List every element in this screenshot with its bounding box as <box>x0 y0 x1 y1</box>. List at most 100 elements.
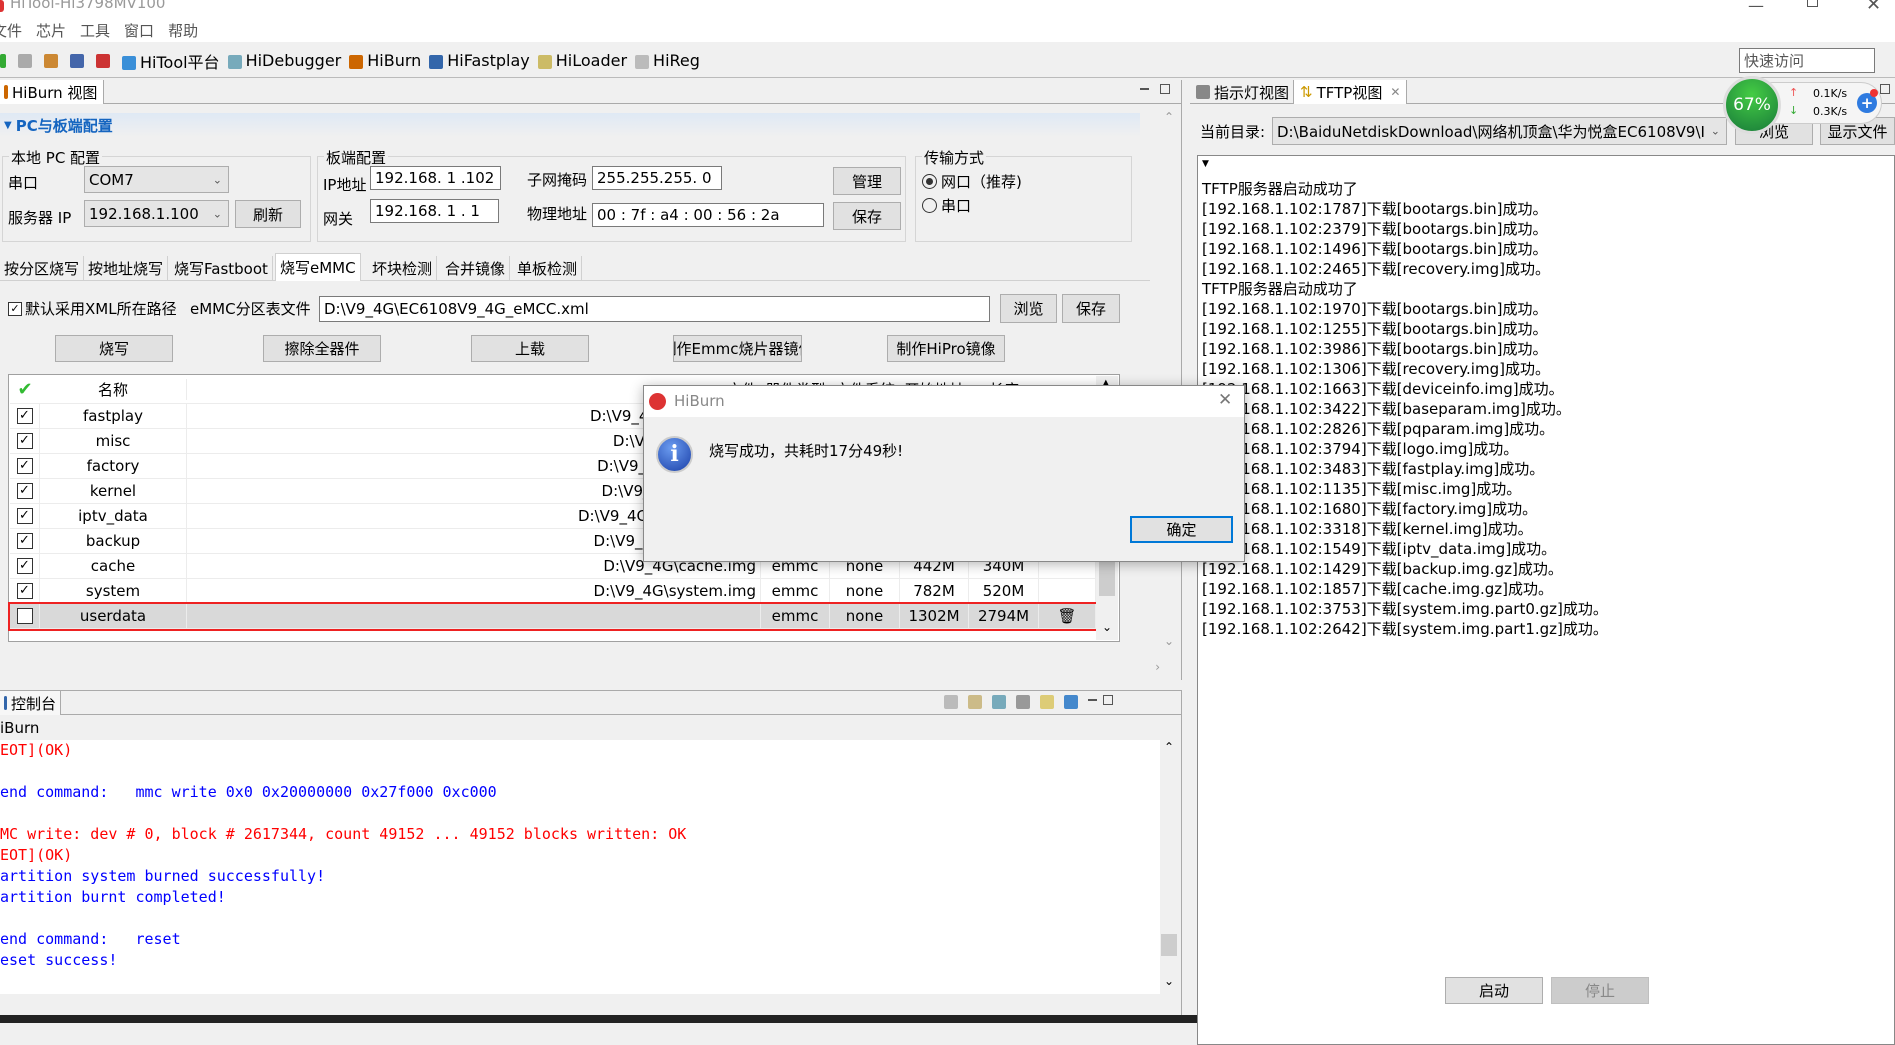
tool-icon[interactable] <box>18 53 32 68</box>
row-checkbox[interactable]: ✓ <box>10 504 40 528</box>
start-button[interactable]: 启动 <box>1445 977 1543 1004</box>
table-row[interactable]: ✓ system D:\V9_4G\system.img emmc none 7… <box>10 579 1096 604</box>
row-checkbox[interactable] <box>10 604 40 628</box>
toolbar-hireg[interactable]: HiReg <box>635 51 700 70</box>
burn-button[interactable]: 烧写 <box>55 335 173 362</box>
tab-fastboot-burn[interactable]: 烧写Fastboot <box>170 256 273 280</box>
header-name[interactable]: 名称 <box>40 379 187 400</box>
make-hipro-image-button[interactable]: 制作HiPro镜像 <box>887 335 1005 362</box>
minimize-console-icon[interactable] <box>1088 699 1097 701</box>
minimize-button[interactable]: — <box>1748 0 1764 15</box>
manage-button[interactable]: 管理 <box>833 167 901 195</box>
tab-address-burn[interactable]: 按地址烧写 <box>84 256 169 280</box>
toolbar-hiloader[interactable]: HiLoader <box>537 51 627 70</box>
tool-icon[interactable] <box>0 53 6 68</box>
pin-console-icon[interactable] <box>992 695 1006 709</box>
select-all-check-icon[interactable]: ✔ <box>10 379 40 400</box>
tool-icon[interactable] <box>96 53 110 68</box>
scroll-thumb[interactable] <box>1161 934 1177 956</box>
menu-bar: 文件 芯片 工具 窗口 帮助 <box>0 20 1895 42</box>
console-line: eset success! <box>0 951 118 969</box>
upload-button[interactable]: 上载 <box>471 335 589 362</box>
console-scrollbar[interactable]: ⌃ ⌄ <box>1160 740 1178 994</box>
delete-row-icon[interactable]: 🗑 <box>1039 604 1096 628</box>
server-ip-select[interactable]: 192.168.1.100 ⌄ <box>84 200 229 227</box>
minimize-view-icon[interactable] <box>1140 88 1149 90</box>
tab-hiburn-view[interactable]: HiBurn 视图 <box>0 80 105 104</box>
toolbar-hidebugger[interactable]: HiDebugger <box>227 51 341 70</box>
ok-button[interactable]: 确定 <box>1130 516 1233 543</box>
menu-tools[interactable]: 工具 <box>80 20 110 42</box>
make-emmc-image-button[interactable]: 制作Emmc烧片器镜像 <box>673 335 802 362</box>
save-board-button[interactable]: 保存 <box>833 202 901 230</box>
emmc-xml-path-input[interactable]: D:\V9_4G\EC6108V9_4G_eMCC.xml <box>319 296 990 322</box>
gateway-input[interactable]: 192.168. 1 . 1 <box>370 199 499 223</box>
menu-help[interactable]: 帮助 <box>168 20 198 42</box>
menu-file[interactable]: 文件 <box>0 20 22 42</box>
view-horizontal-scrollbar[interactable]: › <box>0 660 1160 678</box>
collapse-log-icon[interactable]: ▼ <box>1202 159 1894 179</box>
open-console-icon[interactable] <box>1040 695 1054 709</box>
row-checkbox[interactable]: ✓ <box>10 429 40 453</box>
board-ip-input[interactable]: 192.168. 1 .102 <box>370 166 501 190</box>
scroll-lock-icon[interactable] <box>968 695 982 709</box>
tab-partition-burn[interactable]: 按分区烧写 <box>0 256 85 280</box>
row-checkbox[interactable]: ✓ <box>10 579 40 603</box>
toolbar-hitool[interactable]: HiTool平台 <box>122 49 220 73</box>
toolbar-hiburn[interactable]: HiBurn <box>349 51 421 70</box>
row-checkbox[interactable]: ✓ <box>10 479 40 503</box>
quick-access-input[interactable]: 快速访问 <box>1739 48 1875 73</box>
tab-indicator-view[interactable]: 指示灯视图 <box>1192 80 1295 104</box>
mac-address-input[interactable]: 00 : 7f : a4 : 00 : 56 : 2a <box>592 203 824 227</box>
section-header[interactable]: ▼ PC与板端配置 <box>0 113 1140 137</box>
menu-chip[interactable]: 芯片 <box>36 20 66 42</box>
stop-button[interactable]: 停止 <box>1551 977 1649 1004</box>
radio-label: 网口（推荐) <box>941 173 1022 191</box>
radio-serial[interactable]: 串口 <box>922 195 971 216</box>
tab-badblock-check[interactable]: 坏块检测 <box>368 256 438 280</box>
clear-console-icon[interactable] <box>944 695 958 709</box>
erase-all-button[interactable]: 擦除全器件 <box>263 335 381 362</box>
partition-name: fastplay <box>40 404 187 428</box>
partition-file[interactable]: D:\V9_4G\system.img <box>187 579 761 603</box>
row-checkbox[interactable]: ✓ <box>10 554 40 578</box>
subnet-mask-input[interactable]: 255.255.255. 0 <box>592 166 722 190</box>
partition-file[interactable] <box>187 604 761 628</box>
xml-default-checkbox[interactable]: ✓ 默认采用XML所在路径 <box>8 298 177 319</box>
row-checkbox[interactable]: ✓ <box>10 454 40 478</box>
row-checkbox[interactable]: ✓ <box>10 404 40 428</box>
menu-window[interactable]: 窗口 <box>124 20 154 42</box>
dialog-close-icon[interactable]: ✕ <box>1218 390 1232 410</box>
tab-emmc-burn[interactable]: 烧写eMMC <box>275 253 361 281</box>
display-console-icon[interactable] <box>1016 695 1030 709</box>
scroll-down-icon[interactable]: ⌄ <box>1102 620 1112 634</box>
table-row[interactable]: userdata emmc none 1302M 2794M 🗑 <box>8 602 1098 631</box>
serial-port-select[interactable]: COM7 ⌄ <box>84 166 229 193</box>
close-button[interactable]: ✕ <box>1866 0 1881 15</box>
tool-icon[interactable] <box>70 53 84 68</box>
tab-tftp-view[interactable]: ⇅ TFTP视图 ✕ <box>1294 80 1408 104</box>
partition-name: backup <box>40 529 187 553</box>
toolbar-hifastplay[interactable]: HiFastplay <box>429 51 530 70</box>
memory-gauge[interactable]: 67% <box>1723 76 1781 134</box>
tool-icon[interactable] <box>44 53 58 68</box>
export-icon[interactable] <box>1064 695 1078 709</box>
tab-console[interactable]: 控制台 <box>0 691 62 715</box>
tab-merge-image[interactable]: 合并镜像 <box>441 256 511 280</box>
refresh-button[interactable]: 刷新 <box>235 200 301 228</box>
row-action[interactable] <box>1039 579 1096 603</box>
save-xml-button[interactable]: 保存 <box>1062 294 1120 323</box>
view-vertical-scrollbar[interactable]: ⌃ ⌄ <box>1160 110 1178 650</box>
maximize-console-icon[interactable] <box>1103 695 1113 705</box>
dir-select[interactable]: D:\BaiduNetdiskDownload\网络机顶盒\华为悦盒EC6108… <box>1272 117 1727 145</box>
tab-board-check[interactable]: 单板检测 <box>513 256 583 280</box>
close-tab-icon[interactable]: ✕ <box>1390 85 1400 99</box>
console-line: EOT](OK) <box>0 846 73 864</box>
row-checkbox[interactable]: ✓ <box>10 529 40 553</box>
maximize-button[interactable] <box>1807 0 1818 7</box>
console-output[interactable]: EOT](OK) end command: mmc write 0x0 0x200… <box>0 740 1160 994</box>
maximize-view-icon[interactable] <box>1160 84 1170 94</box>
radio-network[interactable]: 网口（推荐) <box>922 171 1022 192</box>
browse-xml-button[interactable]: 浏览 <box>1000 294 1057 323</box>
maximize-right-icon[interactable] <box>1880 84 1890 94</box>
